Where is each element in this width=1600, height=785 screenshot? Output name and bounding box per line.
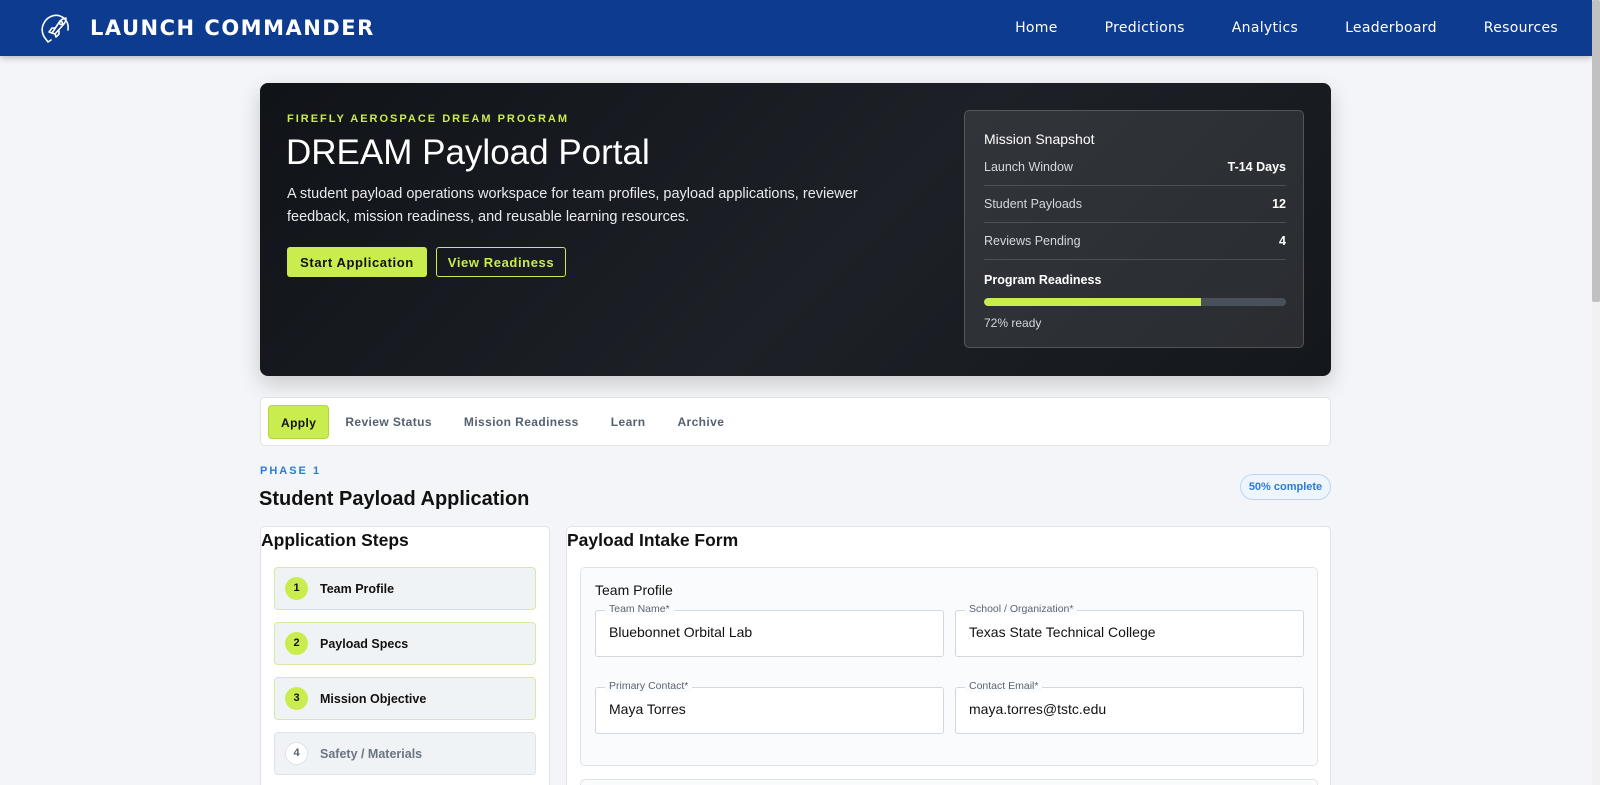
snapshot-value: 4 <box>1279 234 1286 248</box>
step-number: 2 <box>285 632 308 655</box>
tab-apply[interactable]: Apply <box>268 404 330 439</box>
contact-email-field: Contact Email* <box>955 680 1304 734</box>
view-readiness-button[interactable]: View Readiness <box>436 247 566 277</box>
school-organization-input[interactable] <box>969 624 1289 640</box>
hero-banner: FIREFLY AEROSPACE DREAM PROGRAM DREAM Pa… <box>260 83 1331 376</box>
readiness-progress-bar <box>984 298 1286 306</box>
nav-link-resources[interactable]: Resources <box>1484 20 1558 36</box>
team-profile-card: Team Profile Team Name* School / Organiz… <box>580 567 1318 766</box>
start-application-button[interactable]: Start Application <box>287 247 427 277</box>
step-number: 3 <box>285 687 308 710</box>
rocket-head-logo-icon <box>41 14 69 43</box>
nav-link-home[interactable]: Home <box>1015 20 1058 36</box>
brand[interactable]: LAUNCH COMMANDER <box>38 11 375 45</box>
snapshot-value: 12 <box>1272 197 1286 211</box>
primary-contact-input[interactable] <box>609 701 929 717</box>
primary-contact-field: Primary Contact* <box>595 680 944 734</box>
step-label: Mission Objective <box>320 691 427 706</box>
school-organization-field: School / Organization* <box>955 603 1304 657</box>
step-payload-specs[interactable]: 2 Payload Specs <box>274 622 536 665</box>
step-label: Safety / Materials <box>320 746 423 761</box>
step-safety-materials[interactable]: 4 Safety / Materials <box>274 732 536 775</box>
application-steps-panel: Application Steps 1 Team Profile 2 Paylo… <box>260 526 550 785</box>
field-label: Team Name* <box>605 603 674 615</box>
step-number: 1 <box>285 577 308 600</box>
tab-mission-readiness[interactable]: Mission Readiness <box>448 405 595 439</box>
snapshot-row-launch-window: Launch Window T-14 Days <box>984 149 1286 186</box>
field-label: Contact Email* <box>965 680 1043 692</box>
top-navigation-bar: LAUNCH COMMANDER Home Predictions Analyt… <box>0 0 1592 56</box>
brand-name: LAUNCH COMMANDER <box>90 16 375 40</box>
next-form-card <box>580 779 1318 785</box>
mission-snapshot-card: Mission Snapshot Launch Window T-14 Days… <box>964 110 1304 348</box>
readiness-percent-text: 72% ready <box>984 316 1042 330</box>
steps-panel-title: Application Steps <box>261 530 409 550</box>
nav-link-analytics[interactable]: Analytics <box>1232 20 1298 36</box>
step-mission-objective[interactable]: 3 Mission Objective <box>274 677 536 720</box>
snapshot-row-student-payloads: Student Payloads 12 <box>984 186 1286 223</box>
card-title: Team Profile <box>595 582 673 598</box>
step-label: Team Profile <box>320 581 395 596</box>
phase-label: PHASE 1 <box>260 465 322 477</box>
page-title: DREAM Payload Portal <box>286 133 650 172</box>
snapshot-value: T-14 Days <box>1227 160 1286 174</box>
field-label: Primary Contact* <box>605 680 693 692</box>
snapshot-row-reviews-pending: Reviews Pending 4 <box>984 223 1286 260</box>
form-panel-title: Payload Intake Form <box>567 530 739 550</box>
completion-badge: 50% complete <box>1240 474 1331 500</box>
section-title: Student Payload Application <box>259 488 530 510</box>
hero-description: A student payload operations workspace f… <box>287 186 858 225</box>
snapshot-title: Mission Snapshot <box>984 131 1095 147</box>
step-label: Payload Specs <box>320 636 409 651</box>
snapshot-label: Reviews Pending <box>984 234 1081 248</box>
hero-eyebrow: FIREFLY AEROSPACE DREAM PROGRAM <box>287 113 570 125</box>
snapshot-label: Launch Window <box>984 160 1073 174</box>
scrollbar-track[interactable] <box>1592 0 1600 785</box>
scrollbar-thumb[interactable] <box>1592 0 1600 302</box>
field-label: School / Organization* <box>965 603 1078 615</box>
program-readiness-label: Program Readiness <box>984 273 1102 287</box>
section-tabs: Apply Review Status Mission Readiness Le… <box>260 397 1331 446</box>
nav-links: Home Predictions Analytics Leaderboard R… <box>968 0 1558 56</box>
tab-review-status[interactable]: Review Status <box>329 405 448 439</box>
team-name-input[interactable] <box>609 624 929 640</box>
step-team-profile[interactable]: 1 Team Profile <box>274 567 536 610</box>
tab-archive[interactable]: Archive <box>661 405 740 439</box>
team-name-field: Team Name* <box>595 603 944 657</box>
contact-email-input[interactable] <box>969 701 1289 717</box>
snapshot-label: Student Payloads <box>984 197 1082 211</box>
nav-link-leaderboard[interactable]: Leaderboard <box>1345 20 1437 36</box>
tab-learn[interactable]: Learn <box>595 405 662 439</box>
nav-link-predictions[interactable]: Predictions <box>1105 20 1185 36</box>
readiness-progress-fill <box>984 298 1202 306</box>
payload-intake-form-panel: Payload Intake Form Team Profile Team Na… <box>566 526 1331 785</box>
step-number: 4 <box>285 742 308 765</box>
